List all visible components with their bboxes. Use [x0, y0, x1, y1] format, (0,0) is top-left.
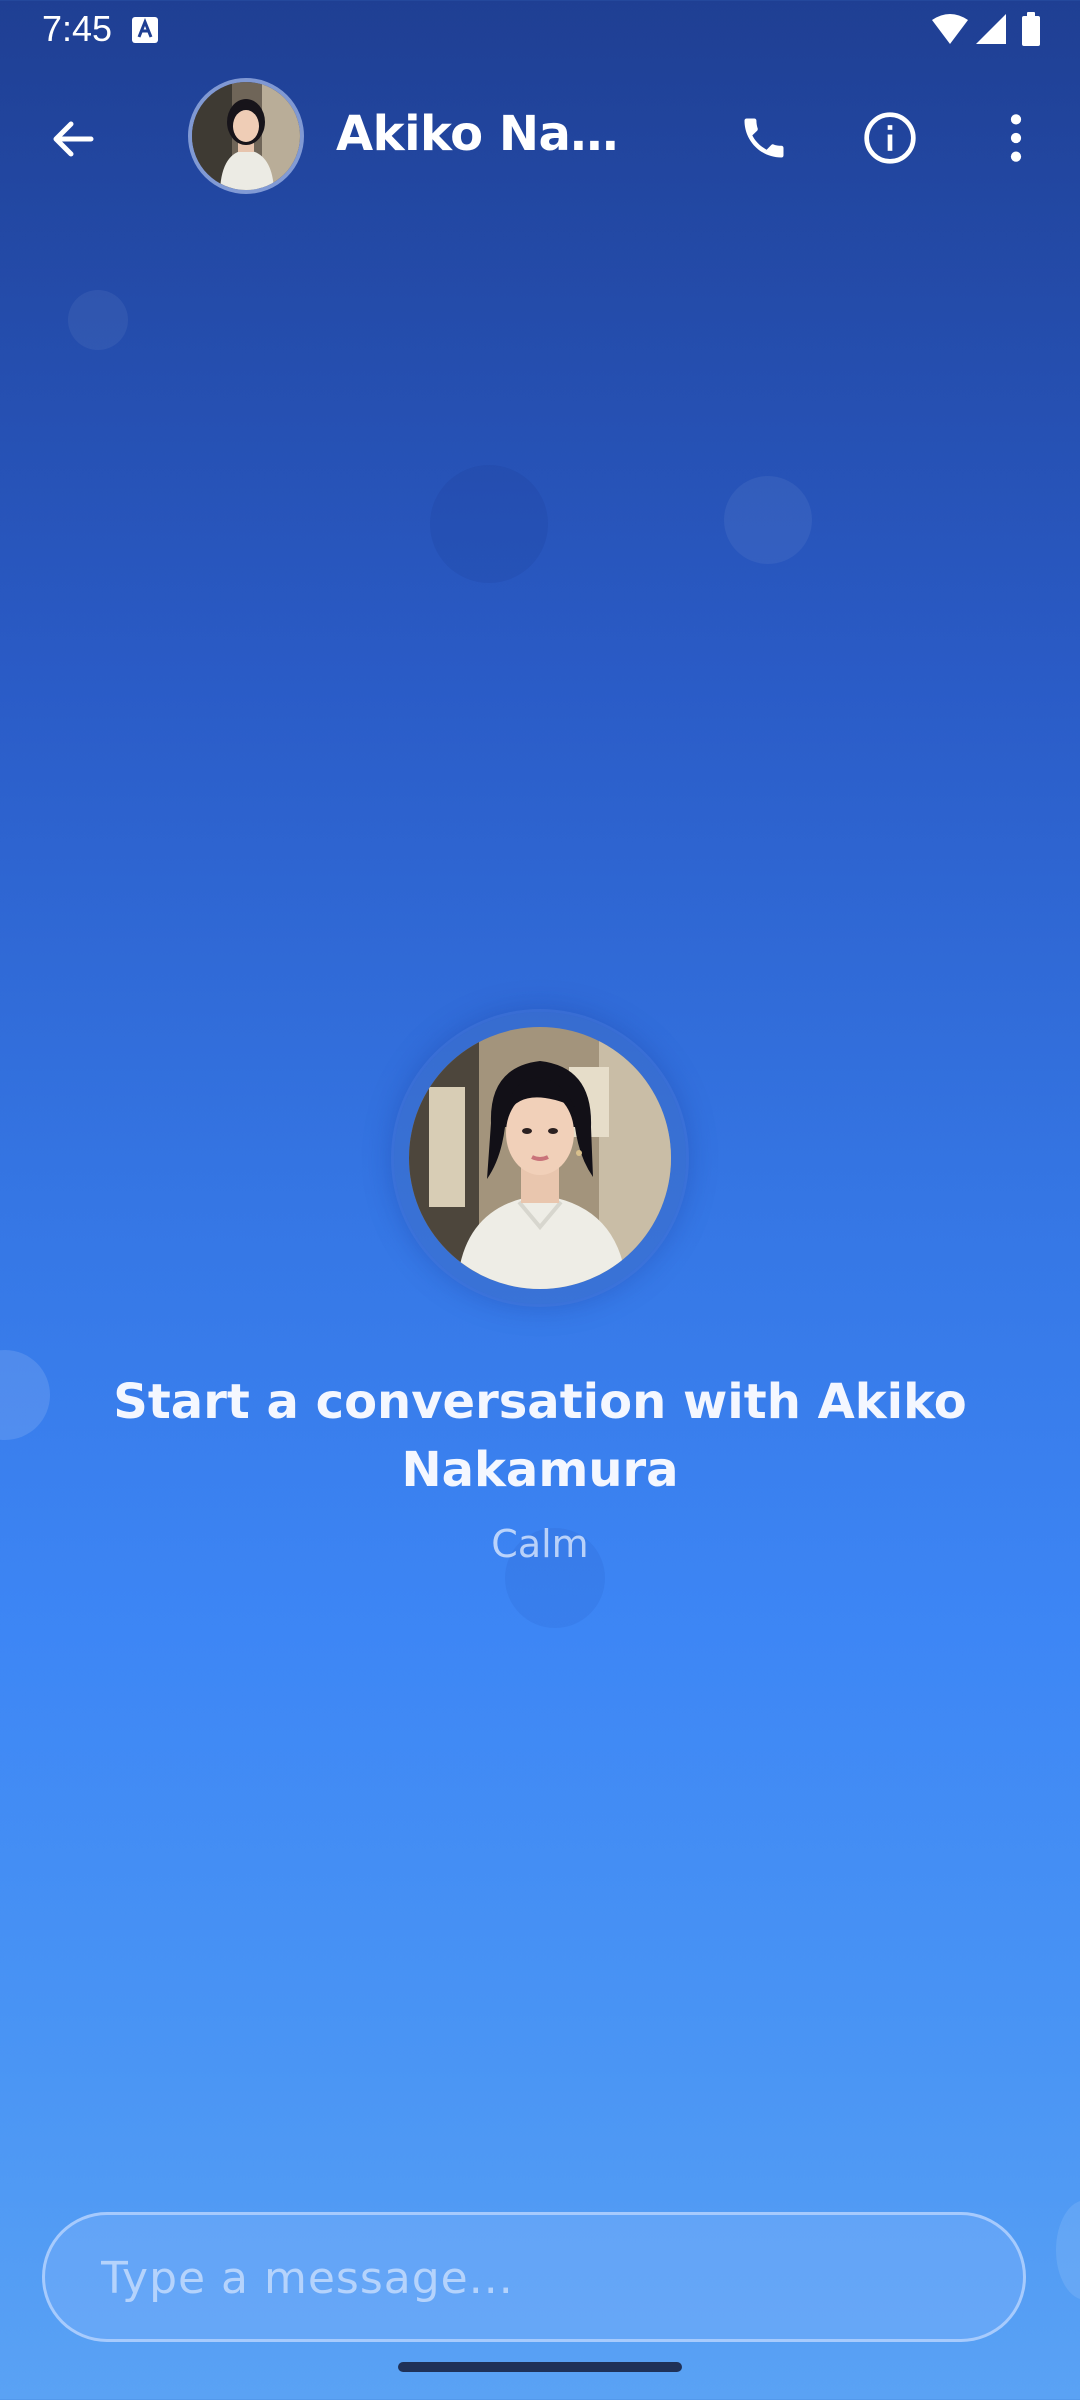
decor-bubble [68, 290, 128, 350]
status-bar: 7:45 [0, 0, 1080, 62]
wifi-icon [932, 14, 968, 44]
accessibility-a-icon [132, 17, 158, 48]
message-input[interactable] [99, 2215, 983, 2341]
contact-name[interactable]: Akiko Nakamura [336, 106, 646, 162]
phone-icon [744, 118, 784, 158]
more-vertical-icon [1010, 114, 1022, 162]
contact-mood: Calm [491, 1522, 589, 1566]
battery-icon [1022, 12, 1040, 46]
top-app-bar: Akiko Nakamura [0, 70, 1080, 205]
back-button[interactable] [32, 98, 114, 180]
contact-photo [409, 1027, 671, 1289]
call-button[interactable] [724, 98, 804, 178]
message-composer [42, 2212, 1026, 2342]
status-icons [930, 12, 1050, 53]
cellular-signal-icon [976, 14, 1006, 44]
decor-bubble [1056, 2200, 1080, 2300]
empty-conversation-state: Start a conversation with Akiko Nakamura… [0, 1012, 1080, 1566]
decor-bubble [430, 465, 548, 583]
empty-state-title: Start a conversation with Akiko Nakamura [113, 1374, 967, 1498]
info-icon [864, 112, 916, 164]
contact-avatar-large [394, 1012, 686, 1304]
more-options-button[interactable] [976, 98, 1056, 178]
arrow-left-icon [53, 121, 94, 157]
decor-bubble [724, 476, 812, 564]
gesture-nav-handle[interactable] [398, 2362, 682, 2372]
status-time: 7:45 [42, 8, 113, 49]
info-button[interactable] [850, 98, 930, 178]
contact-avatar[interactable] [188, 78, 304, 194]
